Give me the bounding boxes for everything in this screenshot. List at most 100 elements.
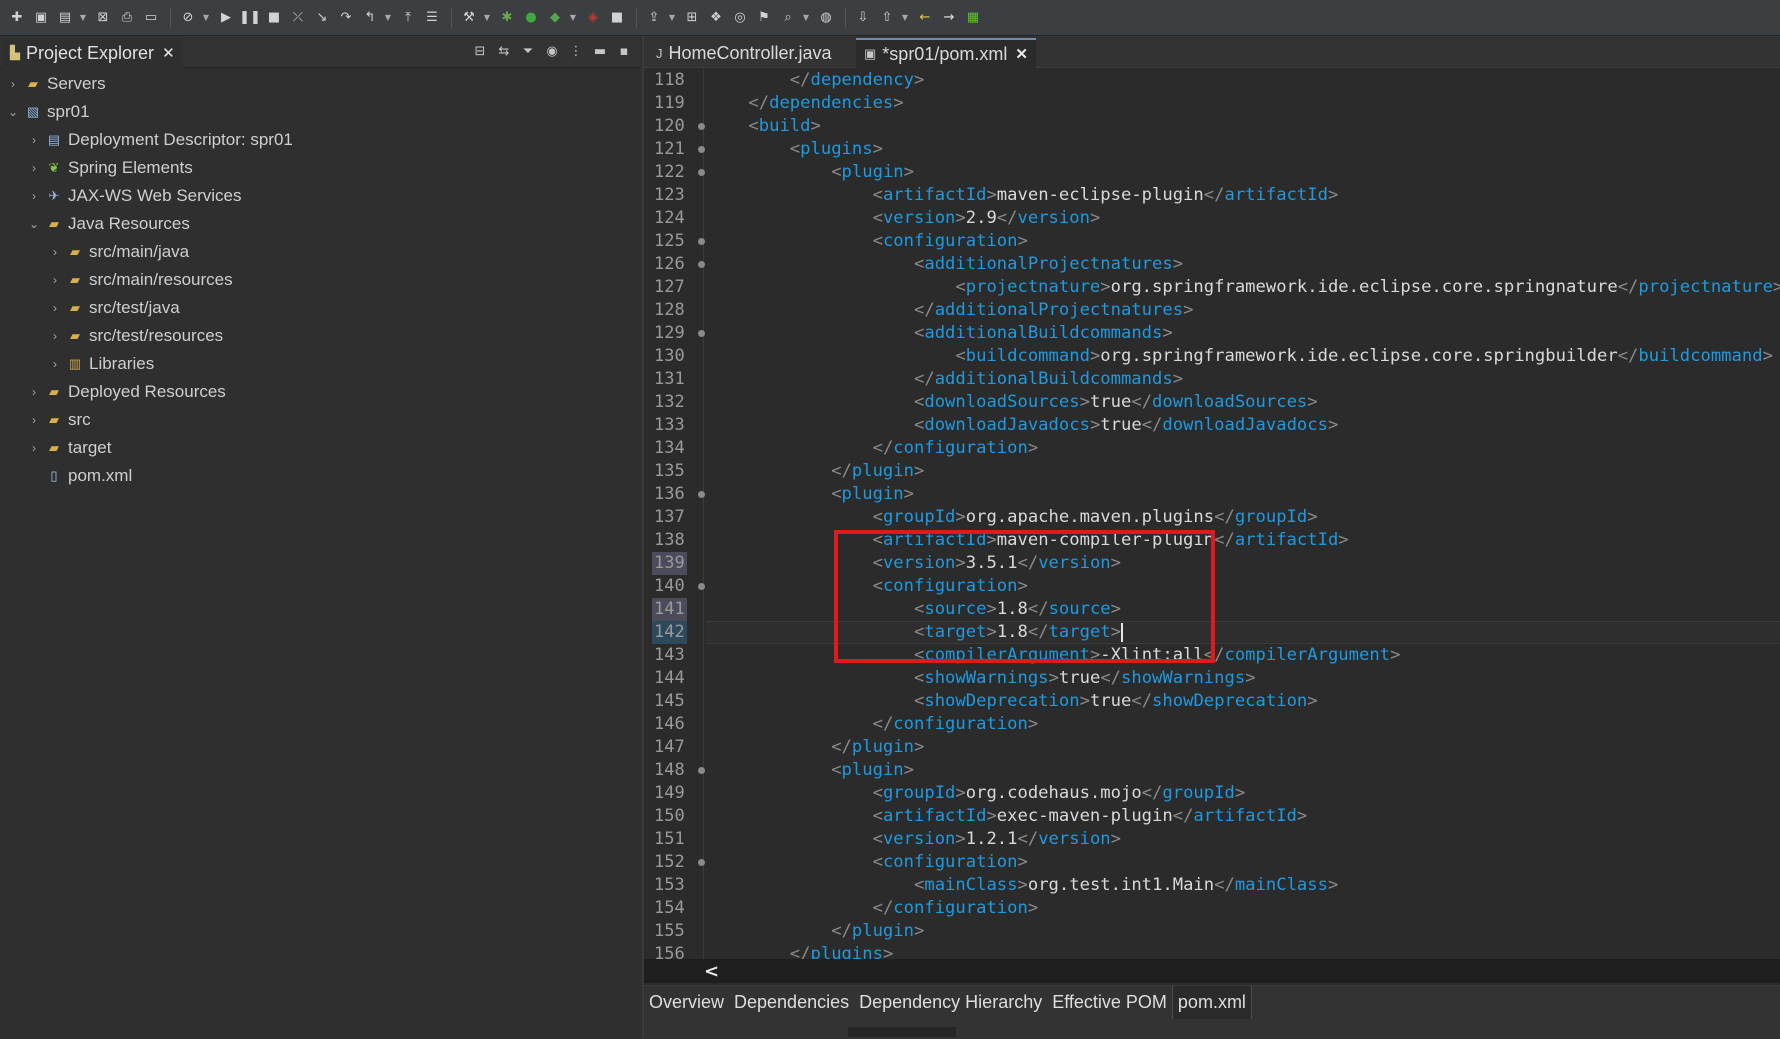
focus-icon[interactable]: ◉ bbox=[542, 40, 562, 62]
use-step-filters-icon[interactable]: ☰ bbox=[421, 9, 443, 27]
tree-item[interactable]: ⌄ ▧ spr01 bbox=[0, 98, 640, 126]
skip-breakpoints-icon[interactable]: ⊘ bbox=[177, 9, 199, 27]
prev-annotation-icon[interactable]: ⇧ bbox=[876, 9, 898, 27]
tree-item[interactable]: › ▰ src/test/resources bbox=[0, 322, 640, 350]
open-perspective-icon[interactable]: ◍ bbox=[815, 9, 837, 27]
tree-item[interactable]: › ❦ Spring Elements bbox=[0, 154, 640, 182]
chevron-right-icon[interactable]: › bbox=[46, 301, 64, 315]
new-java-project-icon[interactable]: ❖ bbox=[705, 9, 727, 27]
debug-skip-icon[interactable]: ⊠ bbox=[92, 9, 114, 27]
tree-item[interactable]: › ▰ target bbox=[0, 434, 640, 462]
new-icon[interactable]: ✚ bbox=[6, 9, 28, 27]
fold-toggle-icon[interactable] bbox=[698, 169, 705, 176]
fold-toggle-icon[interactable] bbox=[698, 491, 705, 498]
tree-item[interactable]: ⌄ ▰ Java Resources bbox=[0, 210, 640, 238]
tree-item[interactable]: › ▤ Deployment Descriptor: spr01 bbox=[0, 126, 640, 154]
search-icon[interactable]: ⌕ bbox=[777, 9, 799, 27]
save-icon[interactable]: ▣ bbox=[30, 9, 52, 27]
run-icon[interactable]: ● bbox=[520, 9, 542, 27]
close-icon[interactable]: ✕ bbox=[162, 44, 175, 62]
code-editor[interactable]: 118 119 120 121 122 123 124 125 126 127 128 129 130 1… bbox=[644, 69, 1780, 959]
chevron-right-icon[interactable]: › bbox=[46, 245, 64, 259]
collapse-all-icon[interactable]: ⊟ bbox=[470, 40, 490, 62]
terminal-icon[interactable]: ▭ bbox=[140, 9, 162, 27]
chevron-down-icon[interactable]: ▼ bbox=[801, 9, 811, 27]
chevron-right-icon[interactable]: › bbox=[25, 161, 43, 175]
step-return-icon[interactable]: ↰ bbox=[359, 9, 381, 27]
deploy-icon[interactable]: ⇪ bbox=[643, 9, 665, 27]
tree-item[interactable]: ▯ pom.xml bbox=[0, 462, 640, 490]
fold-toggle-icon[interactable] bbox=[698, 146, 705, 153]
fold-toggle-icon[interactable] bbox=[698, 123, 705, 130]
fold-toggle-icon[interactable] bbox=[698, 261, 705, 268]
chevron-right-icon[interactable]: › bbox=[46, 273, 64, 287]
chevron-down-icon[interactable]: ▼ bbox=[383, 9, 393, 27]
external-tools-icon[interactable]: ◈ bbox=[582, 9, 604, 27]
chevron-right-icon[interactable]: › bbox=[25, 413, 43, 427]
chevron-down-icon[interactable]: ▼ bbox=[568, 9, 578, 27]
tree-item[interactable]: › ▰ src bbox=[0, 406, 640, 434]
chevron-right-icon[interactable]: › bbox=[46, 329, 64, 343]
tree-item[interactable]: › ✈ JAX-WS Web Services bbox=[0, 182, 640, 210]
chevron-right-icon[interactable]: › bbox=[25, 189, 43, 203]
fold-toggle-icon[interactable] bbox=[698, 583, 705, 590]
tree-item[interactable]: › ▰ src/test/java bbox=[0, 294, 640, 322]
tree-item[interactable]: › ▰ Servers bbox=[0, 70, 640, 98]
drop-frame-icon[interactable]: ⤒ bbox=[397, 9, 419, 27]
outline-icon[interactable]: ▦ bbox=[962, 9, 984, 27]
terminate-icon[interactable]: ■ bbox=[263, 9, 285, 27]
pom-tab-overview[interactable]: Overview bbox=[644, 986, 729, 1020]
fold-toggle-icon[interactable] bbox=[698, 238, 705, 245]
pom-tab-effective-pom[interactable]: Effective POM bbox=[1047, 986, 1172, 1020]
next-annotation-icon[interactable]: ⇩ bbox=[852, 9, 874, 27]
chevron-right-icon[interactable]: › bbox=[25, 385, 43, 399]
chevron-down-icon[interactable]: ⌄ bbox=[25, 217, 43, 231]
tree-item[interactable]: › ▰ src/main/java bbox=[0, 238, 640, 266]
scroll-left-icon[interactable]: < bbox=[704, 961, 719, 982]
maximize-icon[interactable]: ▪ bbox=[614, 40, 634, 62]
filter-icon[interactable]: ⏷ bbox=[518, 40, 538, 62]
chevron-right-icon[interactable]: › bbox=[46, 357, 64, 371]
pom-tab-dependencies[interactable]: Dependencies bbox=[729, 986, 854, 1020]
fold-toggle-icon[interactable] bbox=[698, 330, 705, 337]
chevron-right-icon[interactable]: › bbox=[25, 441, 43, 455]
debug-icon[interactable]: ✱ bbox=[496, 9, 518, 27]
step-over-icon[interactable]: ↷ bbox=[335, 9, 357, 27]
link-with-editor-icon[interactable]: ⇆ bbox=[494, 40, 514, 62]
close-icon[interactable]: ✕ bbox=[1015, 45, 1028, 63]
tree-item[interactable]: › ▰ Deployed Resources bbox=[0, 378, 640, 406]
tree-item[interactable]: › ▰ src/main/resources bbox=[0, 266, 640, 294]
view-menu-icon[interactable]: ⋮ bbox=[566, 40, 586, 62]
pom-tab-pom-xml[interactable]: pom.xml bbox=[1171, 985, 1252, 1020]
pom-tab-dependency-hierarchy[interactable]: Dependency Hierarchy bbox=[854, 986, 1047, 1020]
run-server-icon[interactable]: ◆ bbox=[544, 9, 566, 27]
chevron-down-icon[interactable]: ▼ bbox=[78, 9, 88, 27]
chevron-right-icon[interactable]: › bbox=[25, 133, 43, 147]
fold-toggle-icon[interactable] bbox=[698, 767, 705, 774]
resume-icon[interactable]: ▶ bbox=[215, 9, 237, 27]
save-all-icon[interactable]: ▤ bbox=[54, 9, 76, 27]
stop-icon[interactable]: ■ bbox=[606, 9, 628, 27]
project-explorer-tab[interactable]: ▙ Project Explorer ✕ bbox=[2, 38, 183, 68]
tab-home-controller[interactable]: J HomeController.java bbox=[648, 38, 840, 68]
print-icon[interactable]: ⎙ bbox=[116, 9, 138, 27]
tab-pom-xml[interactable]: ▣ *spr01/pom.xml ✕ bbox=[856, 38, 1036, 68]
chevron-down-icon[interactable]: ▼ bbox=[201, 9, 211, 27]
fold-toggle-icon[interactable] bbox=[698, 859, 705, 866]
chevron-down-icon[interactable]: ▼ bbox=[900, 9, 910, 27]
back-icon[interactable]: ← bbox=[914, 9, 936, 27]
chevron-down-icon[interactable]: ⌄ bbox=[4, 105, 22, 119]
minimize-icon[interactable]: ▬ bbox=[590, 40, 610, 62]
forward-icon[interactable]: → bbox=[938, 9, 960, 27]
build-all-icon[interactable]: ⚒ bbox=[458, 9, 480, 27]
horizontal-scrollbar[interactable]: < bbox=[644, 959, 1780, 983]
tree-item[interactable]: › ▥ Libraries bbox=[0, 350, 640, 378]
chevron-down-icon[interactable]: ▼ bbox=[482, 9, 492, 27]
step-into-icon[interactable]: ↘ bbox=[311, 9, 333, 27]
chevron-down-icon[interactable]: ▼ bbox=[667, 9, 677, 27]
open-type-icon[interactable]: ◎ bbox=[729, 9, 751, 27]
suspend-icon[interactable]: ❚❚ bbox=[239, 9, 261, 27]
chevron-right-icon[interactable]: › bbox=[4, 77, 22, 91]
disconnect-icon[interactable]: ⤫ bbox=[287, 9, 309, 27]
new-server-icon[interactable]: ⊞ bbox=[681, 9, 703, 27]
